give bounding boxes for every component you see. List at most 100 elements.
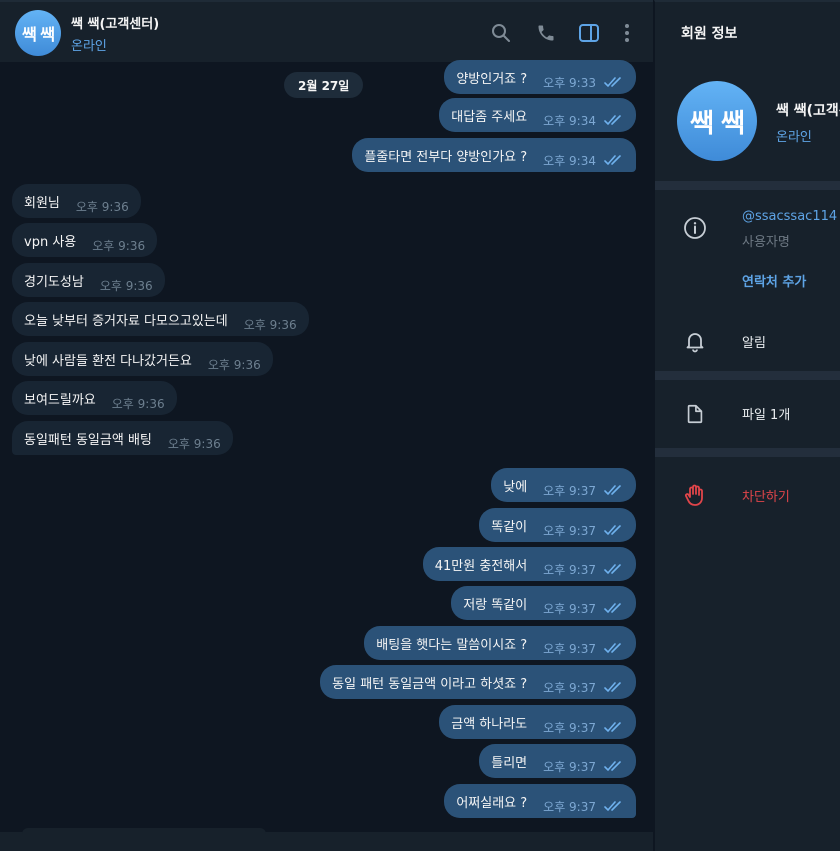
double-check-icon <box>604 525 621 536</box>
message-time: 오후 9:36 <box>75 199 129 214</box>
message-text: 낮에 <box>503 479 528 495</box>
sidebar-toggle-icon[interactable] <box>578 22 600 44</box>
double-check-icon <box>604 603 621 614</box>
message-text: 대답좀 주세요 <box>451 109 528 125</box>
message-time: 오후 9:37 <box>543 680 596 695</box>
message-list[interactable]: 2월 27일 양방인거죠 ? 오후 9:33 대답좀 주세요 오후 9:34 플줄타면 … <box>0 60 653 832</box>
add-contact-button[interactable]: 연락처 추가 <box>742 271 806 290</box>
double-check-icon <box>604 485 621 496</box>
files-link[interactable]: 파일 1개 <box>742 404 790 423</box>
search-icon[interactable] <box>490 22 512 44</box>
message-time: 오후 9:36 <box>99 278 153 293</box>
outgoing-message[interactable]: 틀리면 오후 9:37 <box>479 744 636 778</box>
incoming-message[interactable]: 경기도성남 오후 9:36 <box>12 263 165 297</box>
profile-avatar[interactable]: 쌕 쌕 <box>677 81 757 161</box>
message-time: 오후 9:37 <box>543 720 596 735</box>
phone-icon[interactable] <box>535 22 557 44</box>
incoming-message[interactable]: 동일패턴 동일금액 배팅 오후 9:36 <box>12 421 233 455</box>
outgoing-message[interactable]: 저랑 똑같이 오후 9:37 <box>451 586 636 620</box>
message-time: 오후 9:36 <box>243 317 297 332</box>
more-vertical-icon[interactable] <box>616 22 638 44</box>
message-time: 오후 9:37 <box>543 523 596 538</box>
message-time: 오후 9:37 <box>543 759 596 774</box>
message-text: 보여드릴까요 <box>24 392 96 408</box>
panel-title: 회원 정보 <box>681 26 738 42</box>
info-icon <box>683 216 707 240</box>
incoming-message[interactable]: 낮에 사람들 환전 다나갔거든요 오후 9:36 <box>12 342 273 376</box>
divider <box>655 371 840 380</box>
profile-panel: 회원 정보 쌕 쌕 쌕 쌕(고객센터) 온라인 @ssacssac114 사용자… <box>654 0 840 851</box>
message-time: 오후 9:36 <box>167 436 221 451</box>
double-check-icon <box>604 643 621 654</box>
message-text: 동일 패턴 동일금액 이라고 하셧죠 ? <box>332 676 528 692</box>
incoming-message[interactable]: vpn 사용 오후 9:36 <box>12 223 158 257</box>
message-composer[interactable] <box>0 828 653 851</box>
username-label: 사용자명 <box>742 235 790 250</box>
divider <box>655 181 840 190</box>
message-text: 회원님 <box>24 195 60 211</box>
message-time: 오후 9:34 <box>543 153 596 168</box>
outgoing-message[interactable]: 똑같이 오후 9:37 <box>479 508 636 542</box>
message-text: 틀리면 <box>491 755 528 771</box>
bell-icon <box>683 329 707 353</box>
message-text: 똑같이 <box>491 519 528 535</box>
double-check-icon <box>604 564 621 575</box>
double-check-icon <box>604 761 621 772</box>
profile-username[interactable]: @ssacssac114 <box>742 209 837 224</box>
message-time: 오후 9:36 <box>111 396 165 411</box>
message-text: 어쩌실래요 ? <box>456 795 528 811</box>
date-divider: 2월 27일 <box>284 72 364 98</box>
block-user-button[interactable]: 차단하기 <box>742 486 790 505</box>
composer-reply-edge <box>22 828 266 834</box>
double-check-icon <box>604 155 621 166</box>
outgoing-message[interactable]: 금액 하나라도 오후 9:37 <box>439 705 636 739</box>
message-text: 배팅을 햇다는 말씀이시죠 ? <box>376 637 528 653</box>
message-time: 오후 9:37 <box>543 562 596 577</box>
incoming-message[interactable]: 오늘 낮부터 증거자료 다모으고있는데 오후 9:36 <box>12 302 309 336</box>
double-check-icon <box>604 682 621 693</box>
avatar[interactable]: 쌕 쌕 <box>15 10 61 56</box>
message-time: 오후 9:37 <box>543 641 596 656</box>
outgoing-message[interactable]: 대답좀 주세요 오후 9:34 <box>439 98 636 132</box>
double-check-icon <box>604 722 621 733</box>
message-text: 41만원 충전해서 <box>434 558 528 574</box>
outgoing-message[interactable]: 41만원 충전해서 오후 9:37 <box>422 547 636 581</box>
outgoing-message[interactable]: 어쩌실래요 ? 오후 9:37 <box>444 784 636 818</box>
double-check-icon <box>604 115 621 126</box>
message-text: 낮에 사람들 환전 다나갔거든요 <box>24 353 192 369</box>
outgoing-message[interactable]: 낮에 오후 9:37 <box>491 468 636 502</box>
incoming-message[interactable]: 회원님 오후 9:36 <box>12 184 141 218</box>
message-text: 저랑 똑같이 <box>463 597 528 613</box>
chat-header[interactable]: 쌕 쌕 쌕 쌕(고객센터) 온라인 <box>0 0 653 62</box>
message-time: 오후 9:36 <box>207 357 261 372</box>
message-time: 오후 9:37 <box>543 483 596 498</box>
block-hand-icon <box>683 483 707 507</box>
double-check-icon <box>604 801 621 812</box>
message-text: 플줄타면 전부다 양방인가요 ? <box>364 149 528 165</box>
notifications-toggle[interactable]: 알림 <box>742 332 766 351</box>
message-text: vpn 사용 <box>24 234 77 250</box>
outgoing-message[interactable]: 양방인거죠 ? 오후 9:33 <box>444 60 636 94</box>
message-time: 오후 9:33 <box>543 75 596 90</box>
telegram-window: 쌕 쌕 쌕 쌕(고객센터) 온라인 2월 27일 양방인거죠 ? 오후 9:33 대… <box>0 0 840 851</box>
message-text: 금액 하나라도 <box>451 716 528 732</box>
outgoing-message[interactable]: 배팅을 햇다는 말씀이시죠 ? 오후 9:37 <box>364 626 636 660</box>
divider <box>655 448 840 457</box>
outgoing-message[interactable]: 플줄타면 전부다 양방인가요 ? 오후 9:34 <box>352 138 636 172</box>
double-check-icon <box>604 77 621 88</box>
message-text: 경기도성남 <box>24 274 84 290</box>
chat-area: 쌕 쌕 쌕 쌕(고객센터) 온라인 2월 27일 양방인거죠 ? 오후 9:33 대… <box>0 0 653 851</box>
chat-title[interactable]: 쌕 쌕(고객센터) <box>71 13 159 32</box>
message-text: 오늘 낮부터 증거자료 다모으고있는데 <box>24 313 228 329</box>
message-time: 오후 9:37 <box>543 799 596 814</box>
outgoing-message[interactable]: 동일 패턴 동일금액 이라고 하셧죠 ? 오후 9:37 <box>320 665 636 699</box>
incoming-message[interactable]: 보여드릴까요 오후 9:36 <box>12 381 177 415</box>
message-time: 오후 9:36 <box>92 238 146 253</box>
chat-status: 온라인 <box>71 39 107 54</box>
message-time: 오후 9:37 <box>543 601 596 616</box>
profile-status: 온라인 <box>776 130 812 145</box>
message-text: 양방인거죠 ? <box>456 71 528 87</box>
profile-name: 쌕 쌕(고객센터) <box>776 103 840 119</box>
message-time: 오후 9:34 <box>543 113 596 128</box>
file-icon <box>683 402 707 426</box>
